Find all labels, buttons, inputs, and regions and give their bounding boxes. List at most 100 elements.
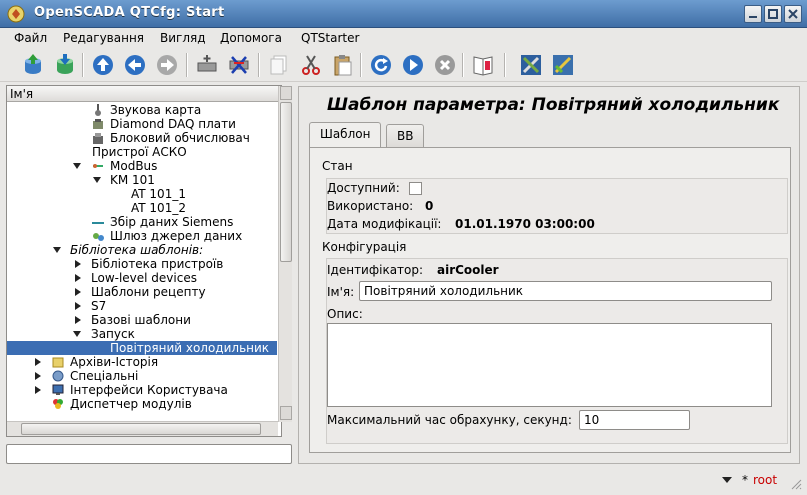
tools2-button[interactable] (548, 50, 578, 80)
item-add-icon (197, 55, 217, 72)
tree-item-km101[interactable]: KM 101 (7, 173, 281, 187)
collapse-arrow-icon[interactable] (73, 331, 81, 337)
status-modified-marker: * (742, 473, 748, 487)
tree-item-label: Архіви-Історія (70, 355, 159, 369)
collapse-arrow-icon[interactable] (53, 247, 61, 253)
tree-item-low-level-devices[interactable]: Low-level devices (7, 271, 281, 285)
expand-arrow-icon[interactable] (75, 260, 81, 268)
cut-button[interactable] (296, 50, 326, 80)
expand-arrow-icon[interactable] (75, 288, 81, 296)
item-delete-button[interactable] (224, 50, 254, 80)
scrollbar-thumb[interactable] (280, 102, 292, 262)
menu-edit[interactable]: Редагування (63, 31, 144, 45)
db-load-button[interactable] (18, 50, 48, 80)
toolbar-separator (360, 53, 362, 77)
max-calc-time-field[interactable]: 10 (579, 410, 690, 430)
tree-item-modbus[interactable]: ModBus (7, 159, 281, 173)
db-save-icon (57, 54, 73, 74)
tree-item-template-library[interactable]: Бібліотека шаблонів: (7, 243, 281, 257)
tools-icon (521, 55, 541, 75)
tree-item-label: Запуск (91, 327, 135, 341)
tree-item-asko-devices[interactable]: Пристрої АСКО (7, 145, 281, 159)
tree-item-user-interfaces[interactable]: Інтерфейси Користувача (7, 383, 281, 397)
tree-vertical-scrollbar[interactable] (278, 86, 292, 422)
maximize-button[interactable] (764, 5, 782, 23)
status-dropdown-icon[interactable] (722, 477, 732, 483)
name-field[interactable]: Повітряний холодильник (359, 281, 772, 301)
collapse-arrow-icon[interactable] (73, 163, 81, 169)
up-button[interactable] (88, 50, 118, 80)
tree-item-label: AT 101_1 (131, 187, 186, 201)
copy-button[interactable] (264, 50, 294, 80)
forward-button[interactable] (152, 50, 182, 80)
minimize-button[interactable] (744, 5, 762, 23)
tree-item-s7[interactable]: S7 (7, 299, 281, 313)
description-label: Опис: (327, 307, 363, 321)
description-field[interactable] (327, 323, 772, 407)
tree-item-base-templates[interactable]: Базові шаблони (7, 313, 281, 327)
close-icon (788, 9, 798, 19)
menu-view[interactable]: Вигляд (160, 31, 206, 45)
item-add-button[interactable] (192, 50, 222, 80)
menu-qtstarter[interactable]: QTStarter (301, 31, 359, 45)
tree-horizontal-scrollbar[interactable] (7, 421, 278, 436)
tree-item-specials[interactable]: Спеціальні (7, 369, 281, 383)
tree-item-label: Інтерфейси Користувача (70, 383, 228, 397)
command-input[interactable] (6, 444, 292, 464)
expand-arrow-icon[interactable] (35, 358, 41, 366)
stop-button[interactable] (430, 50, 460, 80)
expand-arrow-icon[interactable] (75, 316, 81, 324)
scrollbar-thumb[interactable] (21, 423, 261, 435)
resize-grip-icon[interactable] (790, 478, 802, 490)
navigation-tree[interactable]: Ім'я Звукова карта Diamond DAQ плати Бло… (6, 85, 282, 437)
max-calc-time-label: Максимальний час обрахунку, секунд: (327, 413, 572, 427)
tree-item-sound-card[interactable]: Звукова карта (7, 103, 281, 117)
paste-button[interactable] (328, 50, 358, 80)
tab-template[interactable]: Шаблон (309, 122, 382, 148)
tree-item-label: ModBus (110, 159, 158, 173)
tree-item-at101-2[interactable]: AT 101_2 (7, 201, 281, 215)
tab-io[interactable]: ВВ (386, 124, 425, 148)
tree-item-siemens[interactable]: Збір даних Siemens (7, 215, 281, 229)
tree-item-label: S7 (91, 299, 107, 313)
expand-arrow-icon[interactable] (75, 274, 81, 282)
tree-item-archives[interactable]: Архіви-Історія (7, 355, 281, 369)
menu-file[interactable]: Файл (14, 31, 47, 45)
tree-item-device-library[interactable]: Бібліотека пристроїв (7, 257, 281, 271)
tools2-icon (553, 55, 573, 75)
tree-item-launch[interactable]: Запуск (7, 327, 281, 341)
tree-item-block-calculator[interactable]: Блоковий обчислювач (7, 131, 281, 145)
monitor-icon (52, 384, 64, 395)
menu-help[interactable]: Допомога (220, 31, 282, 45)
back-button[interactable] (120, 50, 150, 80)
openscada-app-icon (7, 5, 25, 23)
page-title: Шаблон параметра: Повітряний холодильник (327, 95, 780, 115)
tools-button[interactable] (516, 50, 546, 80)
tree-item-diamond-daq[interactable]: Diamond DAQ плати (7, 117, 281, 131)
toolbar-separator (462, 53, 464, 77)
expand-arrow-icon[interactable] (75, 302, 81, 310)
tree-item-module-manager[interactable]: Диспетчер модулів (7, 397, 281, 411)
tree-item-data-gateway[interactable]: Шлюз джерел даних (7, 229, 281, 243)
window-title-bar[interactable]: OpenSCADA QTCfg: Start (0, 0, 807, 28)
manual-button[interactable] (468, 50, 498, 80)
paste-icon (334, 55, 352, 76)
start-button[interactable] (398, 50, 428, 80)
tree-column-header[interactable]: Ім'я (7, 86, 281, 102)
scroll-down-arrow-icon[interactable] (280, 406, 292, 420)
enabled-checkbox[interactable] (409, 182, 422, 195)
close-button[interactable] (784, 5, 802, 23)
scroll-up-arrow-icon[interactable] (280, 86, 292, 100)
expand-arrow-icon[interactable] (35, 372, 41, 380)
db-save-button[interactable] (50, 50, 80, 80)
tree-item-label: Пристрої АСКО (92, 145, 187, 159)
tree-item-air-cooler-selected[interactable]: Повітряний холодильник (7, 341, 277, 355)
status-user[interactable]: root (753, 473, 777, 487)
toolbar-separator (82, 53, 84, 77)
reload-button[interactable] (366, 50, 396, 80)
tree-item-label: Збір даних Siemens (110, 215, 234, 229)
tree-item-at101-1[interactable]: AT 101_1 (7, 187, 281, 201)
tree-item-recipe-templates[interactable]: Шаблони рецепту (7, 285, 281, 299)
collapse-arrow-icon[interactable] (93, 177, 101, 183)
expand-arrow-icon[interactable] (35, 386, 41, 394)
